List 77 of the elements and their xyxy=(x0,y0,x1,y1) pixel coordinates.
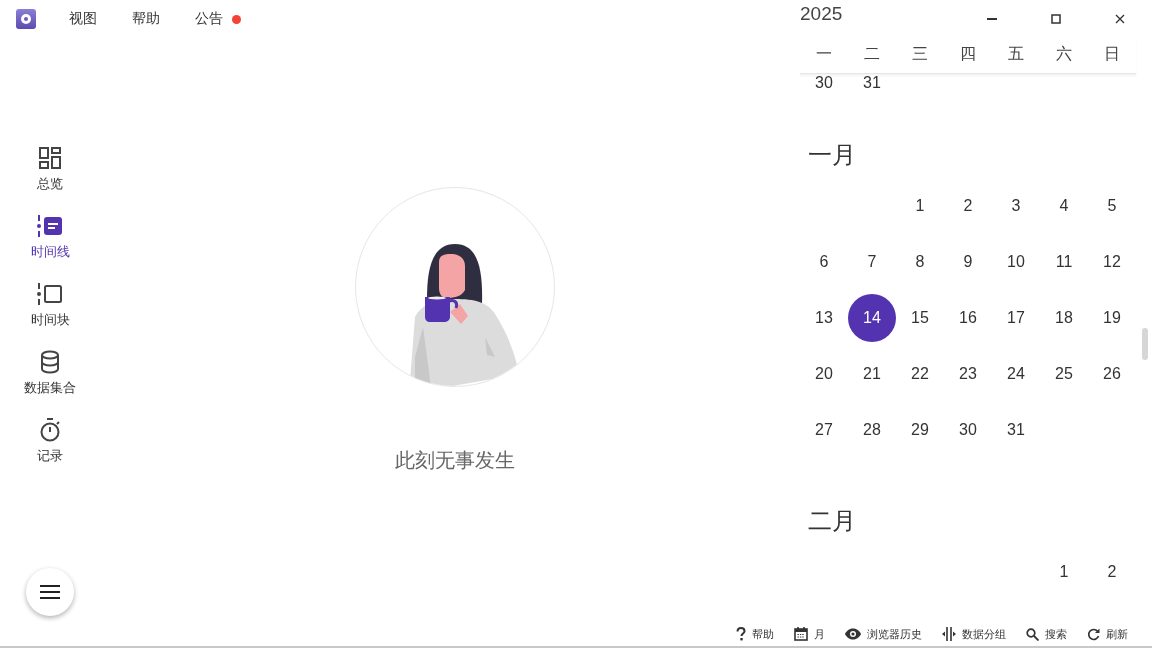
weekday-label: 六 xyxy=(1055,43,1073,64)
calendar-day[interactable]: 30 xyxy=(800,74,848,92)
month-heading: 二月 xyxy=(807,506,857,536)
sidebar-item[interactable]: 数据集合 xyxy=(10,350,90,397)
calendar-day[interactable]: 31 xyxy=(848,74,896,92)
eye-icon xyxy=(845,628,861,640)
toolbar-button[interactable]: 刷新 xyxy=(1077,623,1138,645)
calendar-day[interactable]: 15 xyxy=(896,294,944,342)
weekday-label: 日 xyxy=(1103,43,1121,64)
weekday-label: 五 xyxy=(1007,43,1025,64)
toolbar-button[interactable]: 浏览器历史 xyxy=(835,623,932,645)
calendar-day[interactable]: 26 xyxy=(1088,350,1136,398)
calendar-day[interactable]: 18 xyxy=(1040,294,1088,342)
refresh-icon xyxy=(1087,627,1100,641)
calendar-day[interactable]: 23 xyxy=(944,350,992,398)
calendar-day[interactable]: 9 xyxy=(944,238,992,286)
menu-item[interactable]: 视图 xyxy=(69,10,97,28)
menu-item[interactable]: 帮助 xyxy=(132,10,160,28)
calendar-day[interactable]: 8 xyxy=(896,238,944,286)
toolbar-button[interactable]: 帮助 xyxy=(726,623,784,645)
year-label: 2025 xyxy=(800,2,843,26)
database-icon xyxy=(39,350,61,374)
calendar-day[interactable]: 2 xyxy=(1088,548,1136,596)
calendar-day[interactable]: 11 xyxy=(1040,238,1088,286)
timeline-icon xyxy=(37,214,63,238)
dashboard-icon xyxy=(38,146,62,170)
weekday-label: 一 xyxy=(815,43,833,64)
calendar-day[interactable]: 24 xyxy=(992,350,1040,398)
calendar-day[interactable]: 6 xyxy=(800,238,848,286)
calendar-day[interactable]: 7 xyxy=(848,238,896,286)
close-icon xyxy=(1115,14,1125,24)
calendar-day[interactable]: 4 xyxy=(1040,182,1088,230)
help-icon xyxy=(736,627,746,641)
calendar-day[interactable]: 10 xyxy=(992,238,1040,286)
calendar-icon xyxy=(794,627,808,641)
app-logo-icon xyxy=(16,9,36,29)
calendar-day[interactable]: 2 xyxy=(944,182,992,230)
calendar-day[interactable]: 5 xyxy=(1088,182,1136,230)
calendar-day[interactable]: 19 xyxy=(1088,294,1136,342)
maximize-icon xyxy=(1051,14,1061,24)
split-icon xyxy=(942,627,956,641)
toolbar-button[interactable]: 月 xyxy=(784,623,835,645)
empty-message: 此刻无事发生 xyxy=(395,448,515,473)
sidebar-item[interactable]: 总览 xyxy=(10,146,90,193)
weekday-label: 二 xyxy=(863,43,881,64)
menu-item[interactable]: 公告 xyxy=(195,10,223,28)
block-icon xyxy=(37,282,63,306)
toolbar-button[interactable]: 搜索 xyxy=(1016,623,1077,645)
weekday-label: 四 xyxy=(959,43,977,64)
toolbar-button[interactable]: 数据分组 xyxy=(932,623,1016,645)
sidebar-item[interactable]: 记录 xyxy=(10,418,90,465)
calendar-day[interactable]: 17 xyxy=(992,294,1040,342)
calendar-day[interactable]: 22 xyxy=(896,350,944,398)
calendar-day[interactable]: 25 xyxy=(1040,350,1088,398)
calendar-day[interactable]: 1 xyxy=(1040,548,1088,596)
calendar-day[interactable]: 1 xyxy=(896,182,944,230)
scrollbar-thumb[interactable] xyxy=(1142,328,1148,360)
search-icon xyxy=(1026,627,1039,641)
calendar-day[interactable]: 29 xyxy=(896,406,944,454)
stopwatch-icon xyxy=(38,418,62,442)
calendar-day[interactable]: 20 xyxy=(800,350,848,398)
calendar-day[interactable]: 30 xyxy=(944,406,992,454)
calendar-day[interactable]: 21 xyxy=(848,350,896,398)
menu-button[interactable] xyxy=(26,568,74,616)
calendar-day[interactable]: 3 xyxy=(992,182,1040,230)
weekday-label: 三 xyxy=(911,43,929,64)
calendar-day[interactable]: 31 xyxy=(992,406,1040,454)
menu-icon xyxy=(40,585,60,599)
calendar-day[interactable]: 16 xyxy=(944,294,992,342)
calendar-day[interactable]: 12 xyxy=(1088,238,1136,286)
month-heading: 一月 xyxy=(807,140,857,170)
calendar-day[interactable]: 28 xyxy=(848,406,896,454)
sidebar-item[interactable]: 时间线 xyxy=(10,214,90,261)
sidebar-item[interactable]: 时间块 xyxy=(10,282,90,329)
calendar-day[interactable]: 27 xyxy=(800,406,848,454)
calendar-day[interactable]: 13 xyxy=(800,294,848,342)
calendar-day[interactable]: 14 xyxy=(848,294,896,342)
